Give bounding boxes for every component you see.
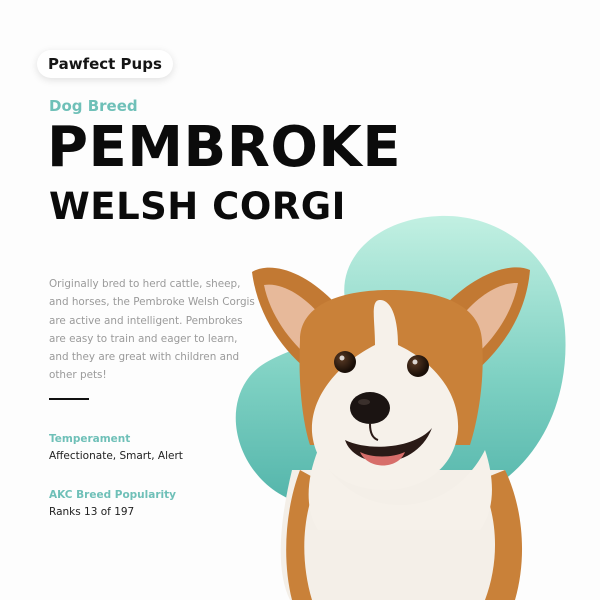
popularity-label: AKC Breed Popularity (49, 489, 176, 501)
background-blob (235, 215, 566, 517)
brand-name: Pawfect Pups (48, 55, 162, 73)
section-eyebrow: Dog Breed (49, 97, 138, 115)
temperament-label: Temperament (49, 433, 131, 445)
brand-badge[interactable]: Pawfect Pups (37, 50, 173, 78)
breed-title-line1: PEMBROKE (47, 115, 402, 180)
breed-title-line2: WELSH CORGI (49, 185, 346, 228)
popularity-value: Ranks 13 of 197 (49, 506, 135, 518)
corgi-photo (252, 267, 530, 600)
divider (49, 398, 89, 400)
temperament-value: Affectionate, Smart, Alert (49, 450, 183, 462)
breed-description: Originally bred to herd cattle, sheep, a… (49, 278, 255, 382)
